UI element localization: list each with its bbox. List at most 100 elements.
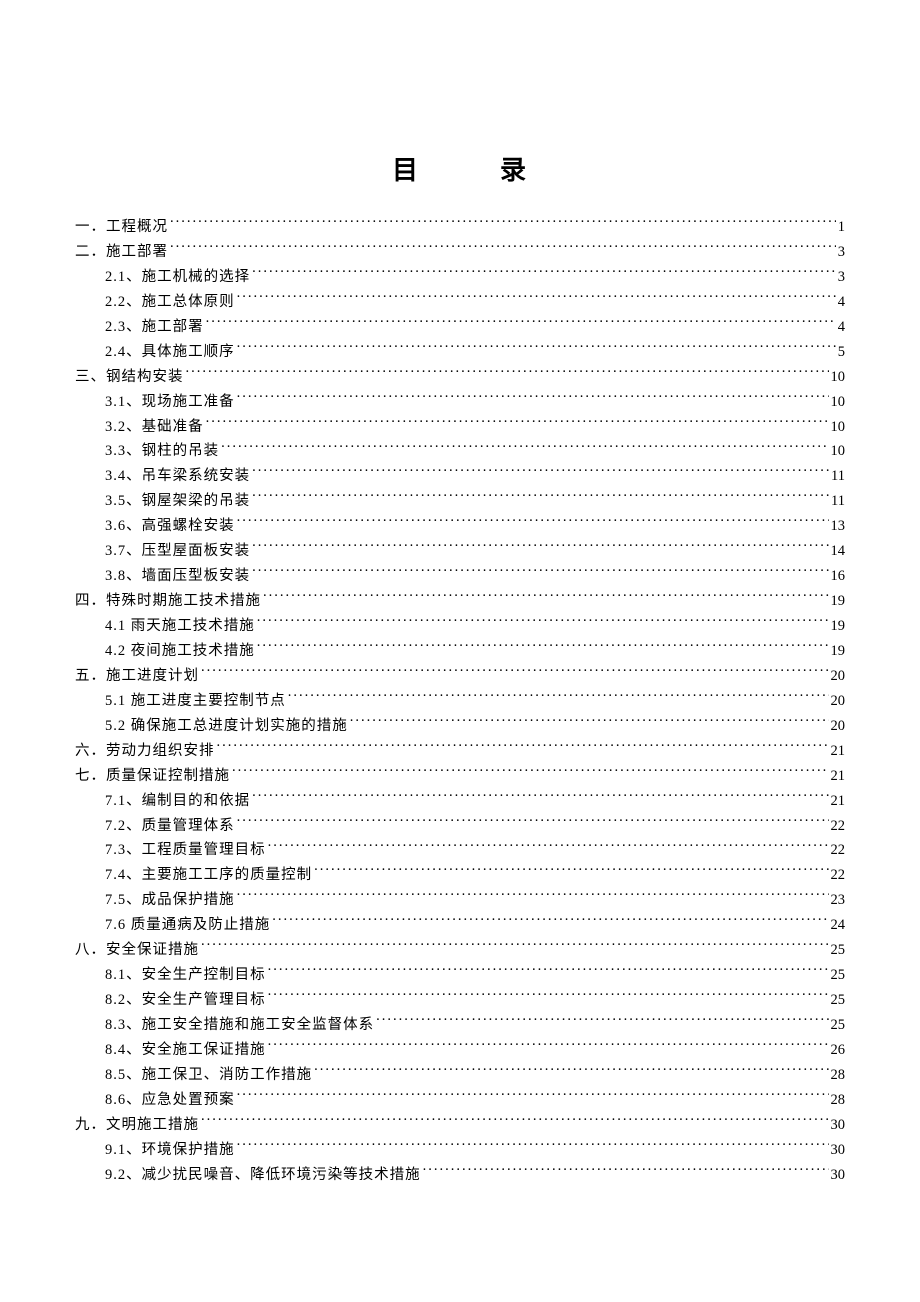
toc-entry-label: 8.3、施工安全措施和施工安全监督体系 — [105, 1013, 374, 1038]
toc-dots — [423, 1164, 829, 1179]
toc-entry-label: 2.3、施工部署 — [105, 315, 204, 340]
toc-entry: 7.6 质量通病及防止措施 24 — [75, 913, 845, 938]
toc-entry: 8.1、安全生产控制目标25 — [75, 963, 845, 988]
toc-dots — [376, 1015, 828, 1030]
toc-dots — [237, 516, 829, 531]
toc-dots — [272, 915, 828, 930]
toc-dots — [288, 690, 829, 705]
toc-entry-page: 26 — [831, 1038, 846, 1063]
toc-entry-page: 20 — [831, 714, 846, 739]
toc-entry-label: 3.8、墙面压型板安装 — [105, 564, 250, 589]
toc-dots — [268, 990, 829, 1005]
toc-entry-label: 8.6、应急处置预案 — [105, 1088, 235, 1113]
toc-entry: 3.6、高强螺栓安装13 — [75, 514, 845, 539]
toc-entry-page: 30 — [831, 1113, 846, 1138]
toc-entry-label: 8.4、安全施工保证措施 — [105, 1038, 266, 1063]
toc-entry-page: 4 — [838, 290, 845, 315]
toc-entry-label: 五．施工进度计划 — [75, 664, 199, 689]
toc-entry: 一．工程概况1 — [75, 215, 845, 240]
toc-entry-label: 7.3、工程质量管理目标 — [105, 838, 266, 863]
toc-dots — [217, 740, 829, 755]
toc-entry-label: 三、钢结构安装 — [75, 365, 184, 390]
toc-entry-label: 九．文明施工措施 — [75, 1113, 199, 1138]
toc-entry: 2.4、具体施工顺序5 — [75, 340, 845, 365]
toc-dots — [237, 1089, 829, 1104]
toc-entry-label: 8.2、安全生产管理目标 — [105, 988, 266, 1013]
toc-dots — [232, 765, 829, 780]
toc-entry: 7.5、成品保护措施23 — [75, 888, 845, 913]
toc-entry: 2.1、施工机械的选择 3 — [75, 265, 845, 290]
toc-entry-page: 4 — [838, 315, 845, 340]
toc-entry: 4.1 雨天施工技术措施 19 — [75, 614, 845, 639]
toc-dots — [257, 640, 829, 655]
toc-entry-page: 3 — [838, 265, 845, 290]
toc-entry-page: 10 — [831, 390, 846, 415]
toc-entry-label: 2.2、施工总体原则 — [105, 290, 235, 315]
toc-entry-page: 22 — [831, 863, 846, 888]
toc-entry: 7.4、主要施工工序的质量控制 22 — [75, 863, 845, 888]
toc-entry-page: 21 — [831, 764, 846, 789]
toc-dots — [170, 241, 836, 256]
toc-entry: 3.4、吊车梁系统安装 11 — [75, 464, 845, 489]
toc-entry: 3.1、现场施工准备 10 — [75, 390, 845, 415]
toc-dots — [237, 291, 836, 306]
toc-dots — [314, 865, 828, 880]
toc-dots — [252, 541, 828, 556]
toc-dots — [170, 217, 836, 232]
toc-entry-page: 11 — [831, 464, 845, 489]
toc-entry: 3.3、钢柱的吊装 10 — [75, 439, 845, 464]
toc-entry-label: 2.1、施工机械的选择 — [105, 265, 250, 290]
toc-entry-label: 8.5、施工保卫、消防工作措施 — [105, 1063, 312, 1088]
toc-dots — [257, 616, 829, 631]
toc-dots — [268, 965, 829, 980]
toc-entry-page: 16 — [831, 564, 846, 589]
toc-dots — [237, 341, 836, 356]
toc-entry-page: 25 — [831, 988, 846, 1013]
toc-dots — [206, 416, 829, 431]
toc-entry-label: 3.4、吊车梁系统安装 — [105, 464, 250, 489]
toc-entry: 九．文明施工措施 30 — [75, 1113, 845, 1138]
toc-entry-label: 9.2、减少扰民噪音、降低环境污染等技术措施 — [105, 1163, 421, 1188]
toc-entry: 3.5、钢屋架梁的吊装11 — [75, 489, 845, 514]
toc-entry-page: 20 — [831, 664, 846, 689]
toc-entry-page: 25 — [831, 938, 846, 963]
toc-entry-label: 六．劳动力组织安排 — [75, 739, 215, 764]
toc-entry-label: 八．安全保证措施 — [75, 938, 199, 963]
toc-entry-label: 一．工程概况 — [75, 215, 168, 240]
toc-entry-label: 3.3、钢柱的吊装 — [105, 439, 219, 464]
toc-entry-page: 21 — [831, 789, 846, 814]
toc-entry-label: 3.2、基础准备 — [105, 415, 204, 440]
toc-entry: 3.7、压型屋面板安装14 — [75, 539, 845, 564]
toc-entry: 8.3、施工安全措施和施工安全监督体系25 — [75, 1013, 845, 1038]
toc-entry-label: 3.1、现场施工准备 — [105, 390, 235, 415]
toc-entry: 5.2 确保施工总进度计划实施的措施 20 — [75, 714, 845, 739]
toc-entry-page: 28 — [831, 1063, 846, 1088]
toc-entry-page: 30 — [831, 1163, 846, 1188]
toc-dots — [268, 1039, 829, 1054]
toc-entry-label: 7.2、质量管理体系 — [105, 814, 235, 839]
toc-entry-label: 4.2 夜间施工技术措施 — [105, 639, 255, 664]
toc-entry-label: 7.1、编制目的和依据 — [105, 789, 250, 814]
toc-entry-label: 9.1、环境保护措施 — [105, 1138, 235, 1163]
toc-dots — [237, 815, 829, 830]
toc-entry-page: 10 — [831, 439, 846, 464]
toc-entry-label: 3.7、压型屋面板安装 — [105, 539, 250, 564]
toc-entry-label: 4.1 雨天施工技术措施 — [105, 614, 255, 639]
toc-entry: 9.2、减少扰民噪音、降低环境污染等技术措施 30 — [75, 1163, 845, 1188]
toc-entry: 9.1、环境保护措施 30 — [75, 1138, 845, 1163]
toc-dots — [252, 266, 836, 281]
toc-dots — [221, 441, 828, 456]
toc-entry-label: 7.6 质量通病及防止措施 — [105, 913, 270, 938]
toc-entry: 五．施工进度计划 20 — [75, 664, 845, 689]
toc-entry-page: 19 — [831, 589, 846, 614]
toc-entry-label: 8.1、安全生产控制目标 — [105, 963, 266, 988]
toc-entry: 5.1 施工进度主要控制节点 20 — [75, 689, 845, 714]
toc-entry: 3.8、墙面压型板安装 16 — [75, 564, 845, 589]
toc-entry-page: 30 — [831, 1138, 846, 1163]
toc-entry: 3.2、基础准备10 — [75, 415, 845, 440]
toc-dots — [201, 940, 829, 955]
toc-entry-page: 5 — [838, 340, 845, 365]
toc-entry-page: 13 — [831, 514, 846, 539]
toc-entry-label: 7.5、成品保护措施 — [105, 888, 235, 913]
toc-entry-label: 7.4、主要施工工序的质量控制 — [105, 863, 312, 888]
